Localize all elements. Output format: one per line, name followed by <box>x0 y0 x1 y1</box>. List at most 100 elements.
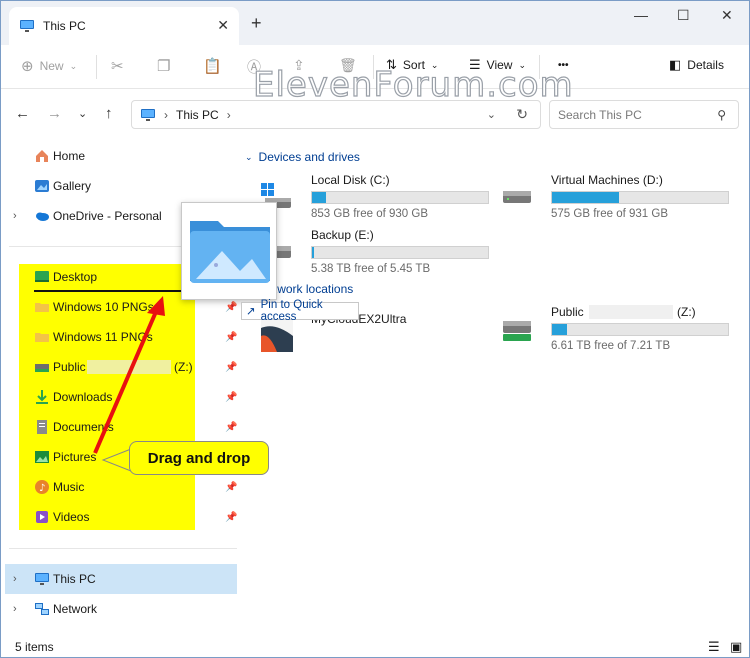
breadcrumb-chevron-icon: › <box>164 107 168 122</box>
sidebar-item-this-pc[interactable]: › This PC <box>5 564 237 594</box>
pin-icon[interactable]: 📌 <box>225 302 237 313</box>
refresh-icon[interactable]: ↻ <box>516 106 528 123</box>
sidebar-item-label: Music <box>53 480 85 494</box>
paste-icon[interactable]: 📋 <box>203 57 222 75</box>
desktop-icon <box>35 271 49 282</box>
drive-free-space: 5.38 TB free of 5.45 TB <box>311 263 431 275</box>
svg-text:♪: ♪ <box>39 483 45 494</box>
drive-usage-bar <box>551 323 729 336</box>
drive-usage-fill <box>312 247 315 258</box>
gallery-icon <box>35 180 49 192</box>
details-view-icon[interactable]: ☰ <box>708 639 720 655</box>
details-label: Details <box>687 58 724 72</box>
drive-name: Public <box>551 305 584 319</box>
document-icon <box>37 420 47 434</box>
drive-usage-bar <box>311 191 489 204</box>
address-bar[interactable]: › This PC › ⌄ ↻ <box>131 100 541 129</box>
up-arrow-icon[interactable]: ↑ <box>105 105 113 122</box>
copy-icon[interactable]: ❐ <box>157 57 170 75</box>
sidebar-item-network[interactable]: › Network <box>1 595 237 623</box>
cut-icon[interactable]: ✂ <box>111 57 124 75</box>
sidebar-item-label: Home <box>53 149 86 163</box>
download-arrow-icon <box>36 390 48 404</box>
status-bar: 5 items ☰ ▣ <box>1 637 749 657</box>
sidebar-item-home[interactable]: Home <box>1 142 237 170</box>
sidebar-item-public-z[interactable]: Public (Z:) 📌 <box>1 353 237 381</box>
close-tab-icon[interactable]: ✕ <box>217 17 229 34</box>
drive-usage-bar <box>311 246 489 259</box>
breadcrumb-chevron-icon: › <box>226 107 231 122</box>
sidebar-item-videos[interactable]: Videos 📌 <box>1 503 237 531</box>
drive-usage-bar <box>551 191 729 204</box>
sidebar-divider <box>9 548 237 549</box>
forward-arrow-icon[interactable]: → <box>47 105 62 122</box>
computer-icon <box>35 573 49 585</box>
sidebar-item-documents[interactable]: Documents 📌 <box>1 413 237 441</box>
sidebar-item-gallery[interactable]: Gallery <box>1 172 237 200</box>
drive-d[interactable]: Virtual Machines (D:) 575 GB free of 931… <box>489 173 729 223</box>
search-input[interactable]: Search This PC ⚲ <box>549 100 739 129</box>
sidebar-item-label: Windows 11 PNGs <box>53 330 153 344</box>
sidebar-item-downloads[interactable]: Downloads 📌 <box>1 383 237 411</box>
tiles-view-icon[interactable]: ▣ <box>730 639 742 655</box>
drive-free-space: 853 GB free of 930 GB <box>311 208 428 220</box>
pin-icon[interactable]: 📌 <box>225 512 237 523</box>
pin-icon[interactable]: 📌 <box>225 392 237 403</box>
expand-chevron-icon[interactable]: › <box>13 603 17 615</box>
address-dropdown-icon[interactable]: ⌄ <box>487 108 496 121</box>
section-devices-and-drives[interactable]: ⌄ Devices and drives <box>245 150 360 164</box>
hard-drive-icon <box>503 191 531 203</box>
item-count: 5 items <box>15 640 54 654</box>
details-button[interactable]: ◧ Details <box>669 57 724 73</box>
pin-icon[interactable]: 📌 <box>225 482 237 493</box>
sidebar-item-music[interactable]: ♪ Music 📌 <box>1 473 237 501</box>
pin-icon[interactable]: 📌 <box>225 332 237 343</box>
expand-chevron-icon[interactable]: › <box>13 210 17 222</box>
maximize-button[interactable]: ☐ <box>677 7 690 24</box>
breadcrumb-this-pc[interactable]: This PC <box>176 108 219 122</box>
expand-chevron-icon[interactable]: › <box>13 573 17 585</box>
drive-usage-fill <box>552 324 567 335</box>
recent-locations-chevron-icon[interactable]: ⌄ <box>78 107 87 120</box>
sidebar-item-label: This PC <box>53 572 96 586</box>
sidebar-item-label: Pictures <box>53 450 97 464</box>
new-tab-button[interactable]: + <box>251 13 262 34</box>
sidebar-item-windows-11-pngs[interactable]: Windows 11 PNGs 📌 <box>1 323 237 351</box>
section-label: Devices and drives <box>258 150 360 164</box>
new-label: New <box>39 59 64 73</box>
new-button[interactable]: ⊕ New ⌄ <box>21 57 77 75</box>
drive-name: Virtual Machines (D:) <box>551 173 663 187</box>
toolbar-divider <box>96 55 97 79</box>
sidebar-item-label: Gallery <box>53 179 92 193</box>
sidebar-item-label: Public <box>53 360 86 374</box>
drive-usage-fill <box>312 192 327 203</box>
computer-icon <box>141 108 155 121</box>
folder-icon <box>35 333 49 342</box>
tab-this-pc[interactable]: This PC ✕ <box>9 7 239 45</box>
search-icon: ⚲ <box>717 107 726 122</box>
drop-insertion-line <box>34 290 182 292</box>
drive-c[interactable]: Local Disk (C:) 853 GB free of 930 GB <box>249 173 489 223</box>
close-window-button[interactable]: ✕ <box>721 7 733 24</box>
title-bar: This PC ✕ + — ☐ ✕ <box>1 1 749 45</box>
drive-name: Backup (E:) <box>311 228 374 242</box>
sidebar-item-label: OneDrive - Personal <box>53 209 162 223</box>
home-icon <box>36 150 48 162</box>
network-drive-public-z[interactable]: Public (Z:) 6.61 TB free of 7.21 TB <box>489 305 729 355</box>
sidebar-item-label: Documents <box>53 420 114 434</box>
drive-free-space: 6.61 TB free of 7.21 TB <box>551 340 671 352</box>
onedrive-cloud-icon <box>36 212 49 221</box>
drag-preview-thumbnail <box>181 202 277 300</box>
pin-icon[interactable]: 📌 <box>225 362 237 373</box>
sidebar-item-label: Network <box>53 602 98 616</box>
search-placeholder: Search This PC <box>558 107 642 122</box>
folder-icon <box>35 303 49 312</box>
minimize-button[interactable]: — <box>634 7 648 23</box>
pin-icon[interactable]: 📌 <box>225 422 237 433</box>
network-drive-icon <box>35 364 49 372</box>
drive-e[interactable]: Backup (E:) 5.38 TB free of 5.45 TB <box>249 228 489 278</box>
drive-usage-fill <box>552 192 619 203</box>
back-arrow-icon[interactable]: ← <box>15 105 30 122</box>
chevron-down-icon: ⌄ <box>245 151 253 162</box>
drive-letter: (Z:) <box>174 360 193 374</box>
